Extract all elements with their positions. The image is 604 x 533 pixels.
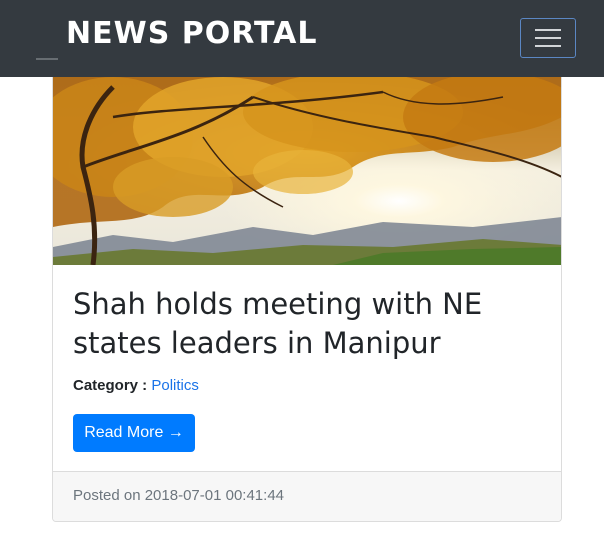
category-link[interactable]: Politics: [151, 377, 199, 394]
read-more-button[interactable]: Read More →: [73, 414, 195, 452]
card-footer: Posted on 2018-07-01 00:41:44: [53, 471, 561, 521]
hamburger-menu-icon-bar: [535, 45, 561, 47]
category-label: Category :: [73, 377, 152, 394]
hamburger-menu-icon-bar: [535, 37, 561, 39]
post-category: Category : Politics: [73, 377, 199, 394]
posted-date: Posted on 2018-07-01 00:41:44: [73, 487, 285, 504]
news-card: Shah holds meeting with NE states leader…: [52, 77, 562, 522]
post-title[interactable]: Shah holds meeting with NE states leader…: [73, 285, 543, 363]
navbar-toggle-button[interactable]: [520, 18, 576, 58]
top-navbar: NEWS PORTAL: [0, 0, 604, 77]
brand-accent-line: [36, 58, 58, 60]
brand-logo[interactable]: NEWS PORTAL: [66, 16, 317, 51]
post-image: [53, 77, 561, 265]
hamburger-menu-icon: [535, 29, 561, 31]
